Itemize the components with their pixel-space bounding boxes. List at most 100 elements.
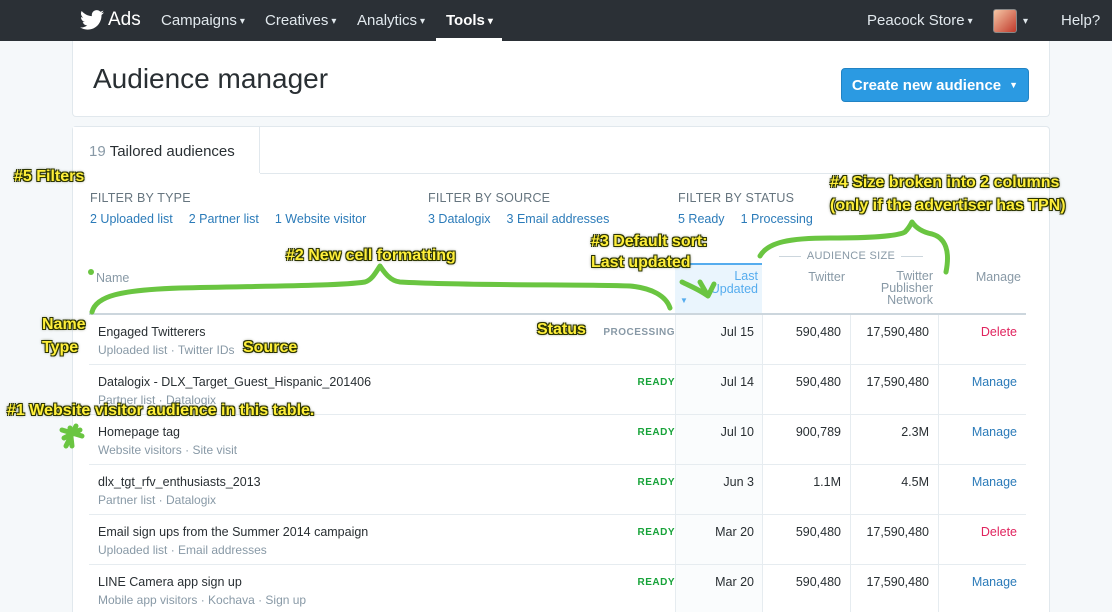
nav-campaigns[interactable]: Campaigns ▾ — [161, 12, 245, 29]
delete-link[interactable]: Delete — [941, 525, 1017, 539]
filter-datalogix[interactable]: 3 Datalogix — [428, 212, 491, 226]
table-row[interactable]: dlx_tgt_rfv_enthusiasts_2013 Partner lis… — [89, 465, 1026, 515]
audience-name[interactable]: Email sign ups from the Summer 2014 camp… — [98, 525, 368, 539]
table-row[interactable]: Homepage tag Website visitors · Site vis… — [89, 415, 1026, 465]
status-badge: READY — [637, 577, 675, 588]
audience-name[interactable]: Engaged Twitterers — [98, 325, 205, 339]
audience-name[interactable]: Homepage tag — [98, 425, 180, 439]
nav-campaigns-label: Campaigns — [161, 12, 237, 29]
twitter-size-cell: 1.1M — [813, 475, 841, 489]
filter-email-addresses[interactable]: 3 Email addresses — [507, 212, 610, 226]
filter-ready[interactable]: 5 Ready — [678, 212, 725, 226]
sort-desc-icon[interactable]: ▼ — [680, 296, 688, 305]
tpn-size-cell: 17,590,480 — [866, 575, 929, 589]
annotation-size-line1: #4 Size broken into 2 columns — [830, 174, 1060, 191]
annotation-size-line2: (only if the advertiser has TPN) — [830, 197, 1066, 214]
filter-uploaded-list[interactable]: 2 Uploaded list — [90, 212, 173, 226]
twitter-size-cell: 590,480 — [795, 575, 841, 589]
filter-source-title: FILTER BY SOURCE — [428, 191, 551, 205]
table-row[interactable]: Email sign ups from the Summer 2014 camp… — [89, 515, 1026, 565]
annotation-filters: #5 Filters — [14, 168, 85, 185]
nav-creatives[interactable]: Creatives ▾ — [265, 12, 336, 29]
annotation-status: Status — [537, 321, 586, 338]
audience-name[interactable]: LINE Camera app sign up — [98, 575, 242, 589]
create-audience-button[interactable]: Create new audience ▼ — [841, 68, 1029, 102]
chevron-down-icon: ▾ — [487, 16, 493, 27]
create-audience-label: Create new audience — [851, 76, 1002, 94]
chevron-down-icon: ▾ — [239, 16, 245, 27]
page-title: Audience manager — [93, 63, 329, 94]
manage-link[interactable]: Manage — [941, 475, 1017, 489]
filter-website-visitor[interactable]: 1 Website visitor — [275, 212, 366, 226]
nav-creatives-label: Creatives — [265, 12, 329, 29]
avatar-dropdown[interactable]: ▾ — [1020, 12, 1028, 29]
tab-count: 19 — [89, 143, 106, 160]
twitter-size-cell: 900,789 — [795, 425, 841, 439]
twitter-size-cell: 590,480 — [795, 375, 841, 389]
column-header-name[interactable]: Name — [96, 271, 129, 285]
manage-link[interactable]: Manage — [941, 575, 1017, 589]
help-link[interactable]: Help? — [1061, 12, 1100, 29]
tpn-size-cell: 17,590,480 — [866, 525, 929, 539]
column-header-last-updated[interactable]: Last Updated — [675, 270, 758, 296]
filter-by-type: FILTER BY TYPE 2 Uploaded list 2 Partner … — [90, 191, 382, 226]
manage-link[interactable]: Manage — [941, 425, 1017, 439]
top-nav: Ads Campaigns ▾ Creatives ▾ Analytics ▾ Too… — [0, 0, 1112, 41]
filter-partner-list[interactable]: 2 Partner list — [189, 212, 259, 226]
chevron-down-icon: ▾ — [967, 16, 973, 27]
filter-processing[interactable]: 1 Processing — [741, 212, 813, 226]
filter-by-status: FILTER BY STATUS 5 Ready 1 Processing — [678, 191, 829, 226]
tpn-size-cell: 2.3M — [901, 425, 929, 439]
last-updated-cell: Jul 14 — [720, 375, 754, 389]
twitter-size-cell: 590,480 — [795, 525, 841, 539]
last-updated-cell: Jul 15 — [720, 325, 754, 339]
tpn-line3: Network — [887, 293, 933, 307]
audience-size-group-header: AUDIENCE SIZE — [766, 250, 936, 262]
audience-name[interactable]: dlx_tgt_rfv_enthusiasts_2013 — [98, 475, 261, 489]
status-badge: READY — [637, 477, 675, 488]
status-badge: PROCESSING — [603, 327, 675, 338]
last-updated-cell: Mar 20 — [715, 575, 754, 589]
tpn-size-cell: 4.5M — [901, 475, 929, 489]
tab-tailored-audiences[interactable]: 19 Tailored audiences — [73, 127, 260, 173]
chevron-down-icon: ▾ — [1023, 16, 1029, 27]
tpn-size-cell: 17,590,480 — [866, 375, 929, 389]
audience-type-source: Partner list · Datalogix — [98, 493, 217, 507]
annotation-sort-line1: #3 Default sort: — [591, 233, 708, 250]
caret-down-icon: ▼ — [1009, 80, 1019, 90]
annotation-dot — [88, 269, 94, 275]
tpn-size-cell: 17,590,480 — [866, 325, 929, 339]
annotation-type: Type — [42, 339, 79, 356]
twitter-bird-icon — [80, 10, 104, 30]
brand-logo[interactable]: Ads — [80, 9, 141, 31]
filter-by-source: FILTER BY SOURCE 3 Datalogix 3 Email addr… — [428, 191, 625, 226]
audience-type-source: Uploaded list · Twitter IDs — [98, 343, 235, 357]
audience-name[interactable]: Datalogix - DLX_Target_Guest_Hispanic_20… — [98, 375, 371, 389]
last-updated-cell: Jun 3 — [723, 475, 754, 489]
status-badge: READY — [637, 527, 675, 538]
column-header-tpn[interactable]: Twitter Publisher Network — [848, 270, 933, 307]
nav-tools[interactable]: Tools ▾ — [446, 12, 493, 29]
account-menu[interactable]: Peacock Store ▾ — [867, 12, 973, 29]
nav-analytics[interactable]: Analytics ▾ — [357, 12, 425, 29]
tab-label: Tailored audiences — [109, 143, 235, 160]
annotation-sort-line2: Last updated — [591, 254, 691, 271]
last-updated-cell: Jul 10 — [720, 425, 754, 439]
annotation-cell-formatting: #2 New cell formatting — [286, 247, 456, 264]
account-name: Peacock Store — [867, 12, 965, 29]
filter-status-title: FILTER BY STATUS — [678, 191, 795, 205]
chevron-down-icon: ▾ — [331, 16, 337, 27]
audience-type-source: Website visitors · Site visit — [98, 443, 238, 457]
header-card: Audience manager Create new audience ▼ — [72, 41, 1050, 117]
status-badge: READY — [637, 427, 675, 438]
column-header-twitter[interactable]: Twitter — [763, 270, 845, 284]
annotation-website-visitor: #1 Website visitor audience in this tabl… — [7, 402, 315, 419]
delete-link[interactable]: Delete — [941, 325, 1017, 339]
manage-link[interactable]: Manage — [941, 375, 1017, 389]
twitter-size-cell: 590,480 — [795, 325, 841, 339]
avatar[interactable] — [993, 9, 1017, 33]
nav-tools-label: Tools — [446, 12, 485, 29]
status-badge: READY — [637, 377, 675, 388]
audience-type-source: Mobile app visitors · Kochava · Sign up — [98, 593, 307, 607]
table-row[interactable]: LINE Camera app sign up Mobile app visit… — [89, 565, 1026, 612]
